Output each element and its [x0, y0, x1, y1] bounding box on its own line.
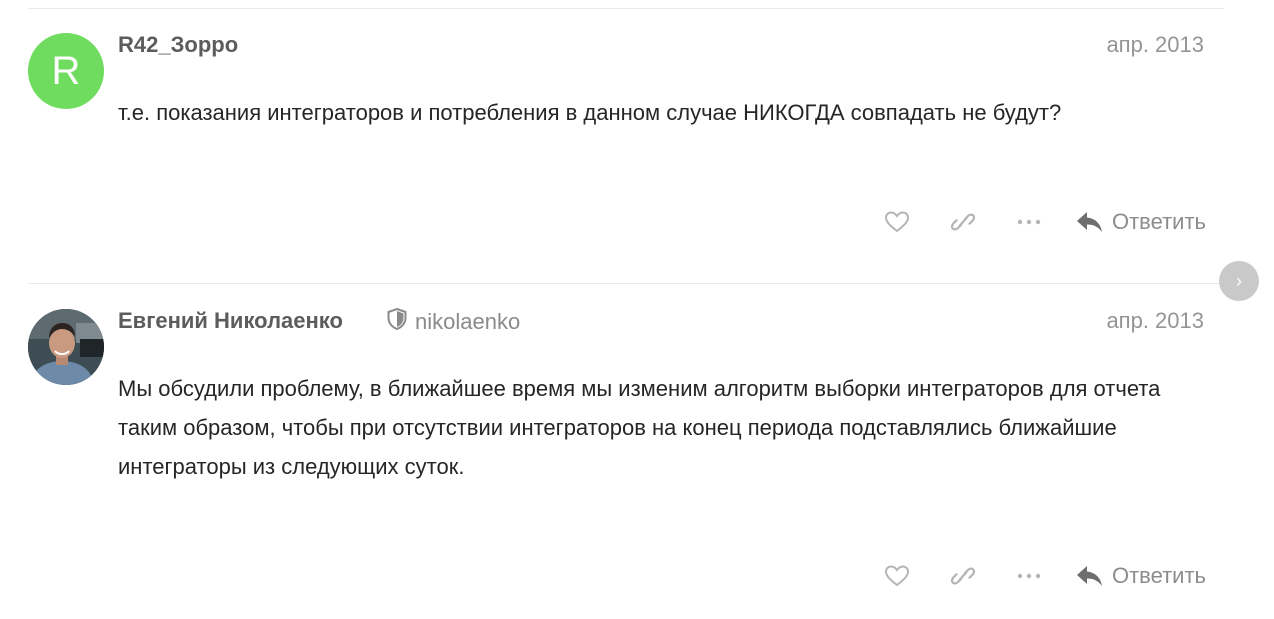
- link-icon[interactable]: [948, 207, 978, 237]
- post-body: Мы обсудили проблему, в ближайшее время …: [118, 376, 1161, 479]
- link-icon[interactable]: [948, 561, 978, 591]
- reply-button[interactable]: Ответить: [1076, 563, 1206, 589]
- more-icon[interactable]: [1014, 207, 1044, 237]
- post-date[interactable]: апр. 2013: [1106, 308, 1204, 334]
- post-author-name[interactable]: R42_Зорро: [118, 32, 238, 58]
- reply-button[interactable]: Ответить: [1076, 209, 1206, 235]
- next-arrow-button[interactable]: ›: [1219, 261, 1259, 301]
- avatar[interactable]: R: [28, 33, 104, 109]
- post-date[interactable]: апр. 2013: [1106, 32, 1204, 58]
- discussion-thread: R R42_Зорро апр. 2013 т.е. показания инт…: [0, 0, 1274, 619]
- post-divider: [28, 283, 1224, 284]
- post-actions: Ответить: [882, 561, 1206, 591]
- reply-label: Ответить: [1111, 209, 1206, 234]
- top-divider: [28, 8, 1224, 9]
- heart-icon[interactable]: [882, 207, 912, 237]
- author-handle-group: nikolaenko: [387, 307, 520, 336]
- reply-arrow-icon: [1076, 564, 1104, 588]
- avatar[interactable]: [28, 309, 104, 385]
- avatar-photo: [28, 309, 104, 385]
- author-handle[interactable]: nikolaenko: [415, 309, 520, 335]
- post-author-name[interactable]: Евгений Николаенко: [118, 308, 343, 334]
- reply-arrow-icon: [1076, 210, 1104, 234]
- reply-label: Ответить: [1111, 563, 1206, 588]
- avatar-letter: R: [51, 48, 81, 93]
- more-icon[interactable]: [1014, 561, 1044, 591]
- heart-icon[interactable]: [882, 561, 912, 591]
- post-body: т.е. показания интеграторов и потреблени…: [118, 100, 1062, 125]
- chevron-right-icon: ›: [1236, 270, 1242, 291]
- post-actions: Ответить: [882, 207, 1206, 237]
- shield-icon: [387, 307, 407, 336]
